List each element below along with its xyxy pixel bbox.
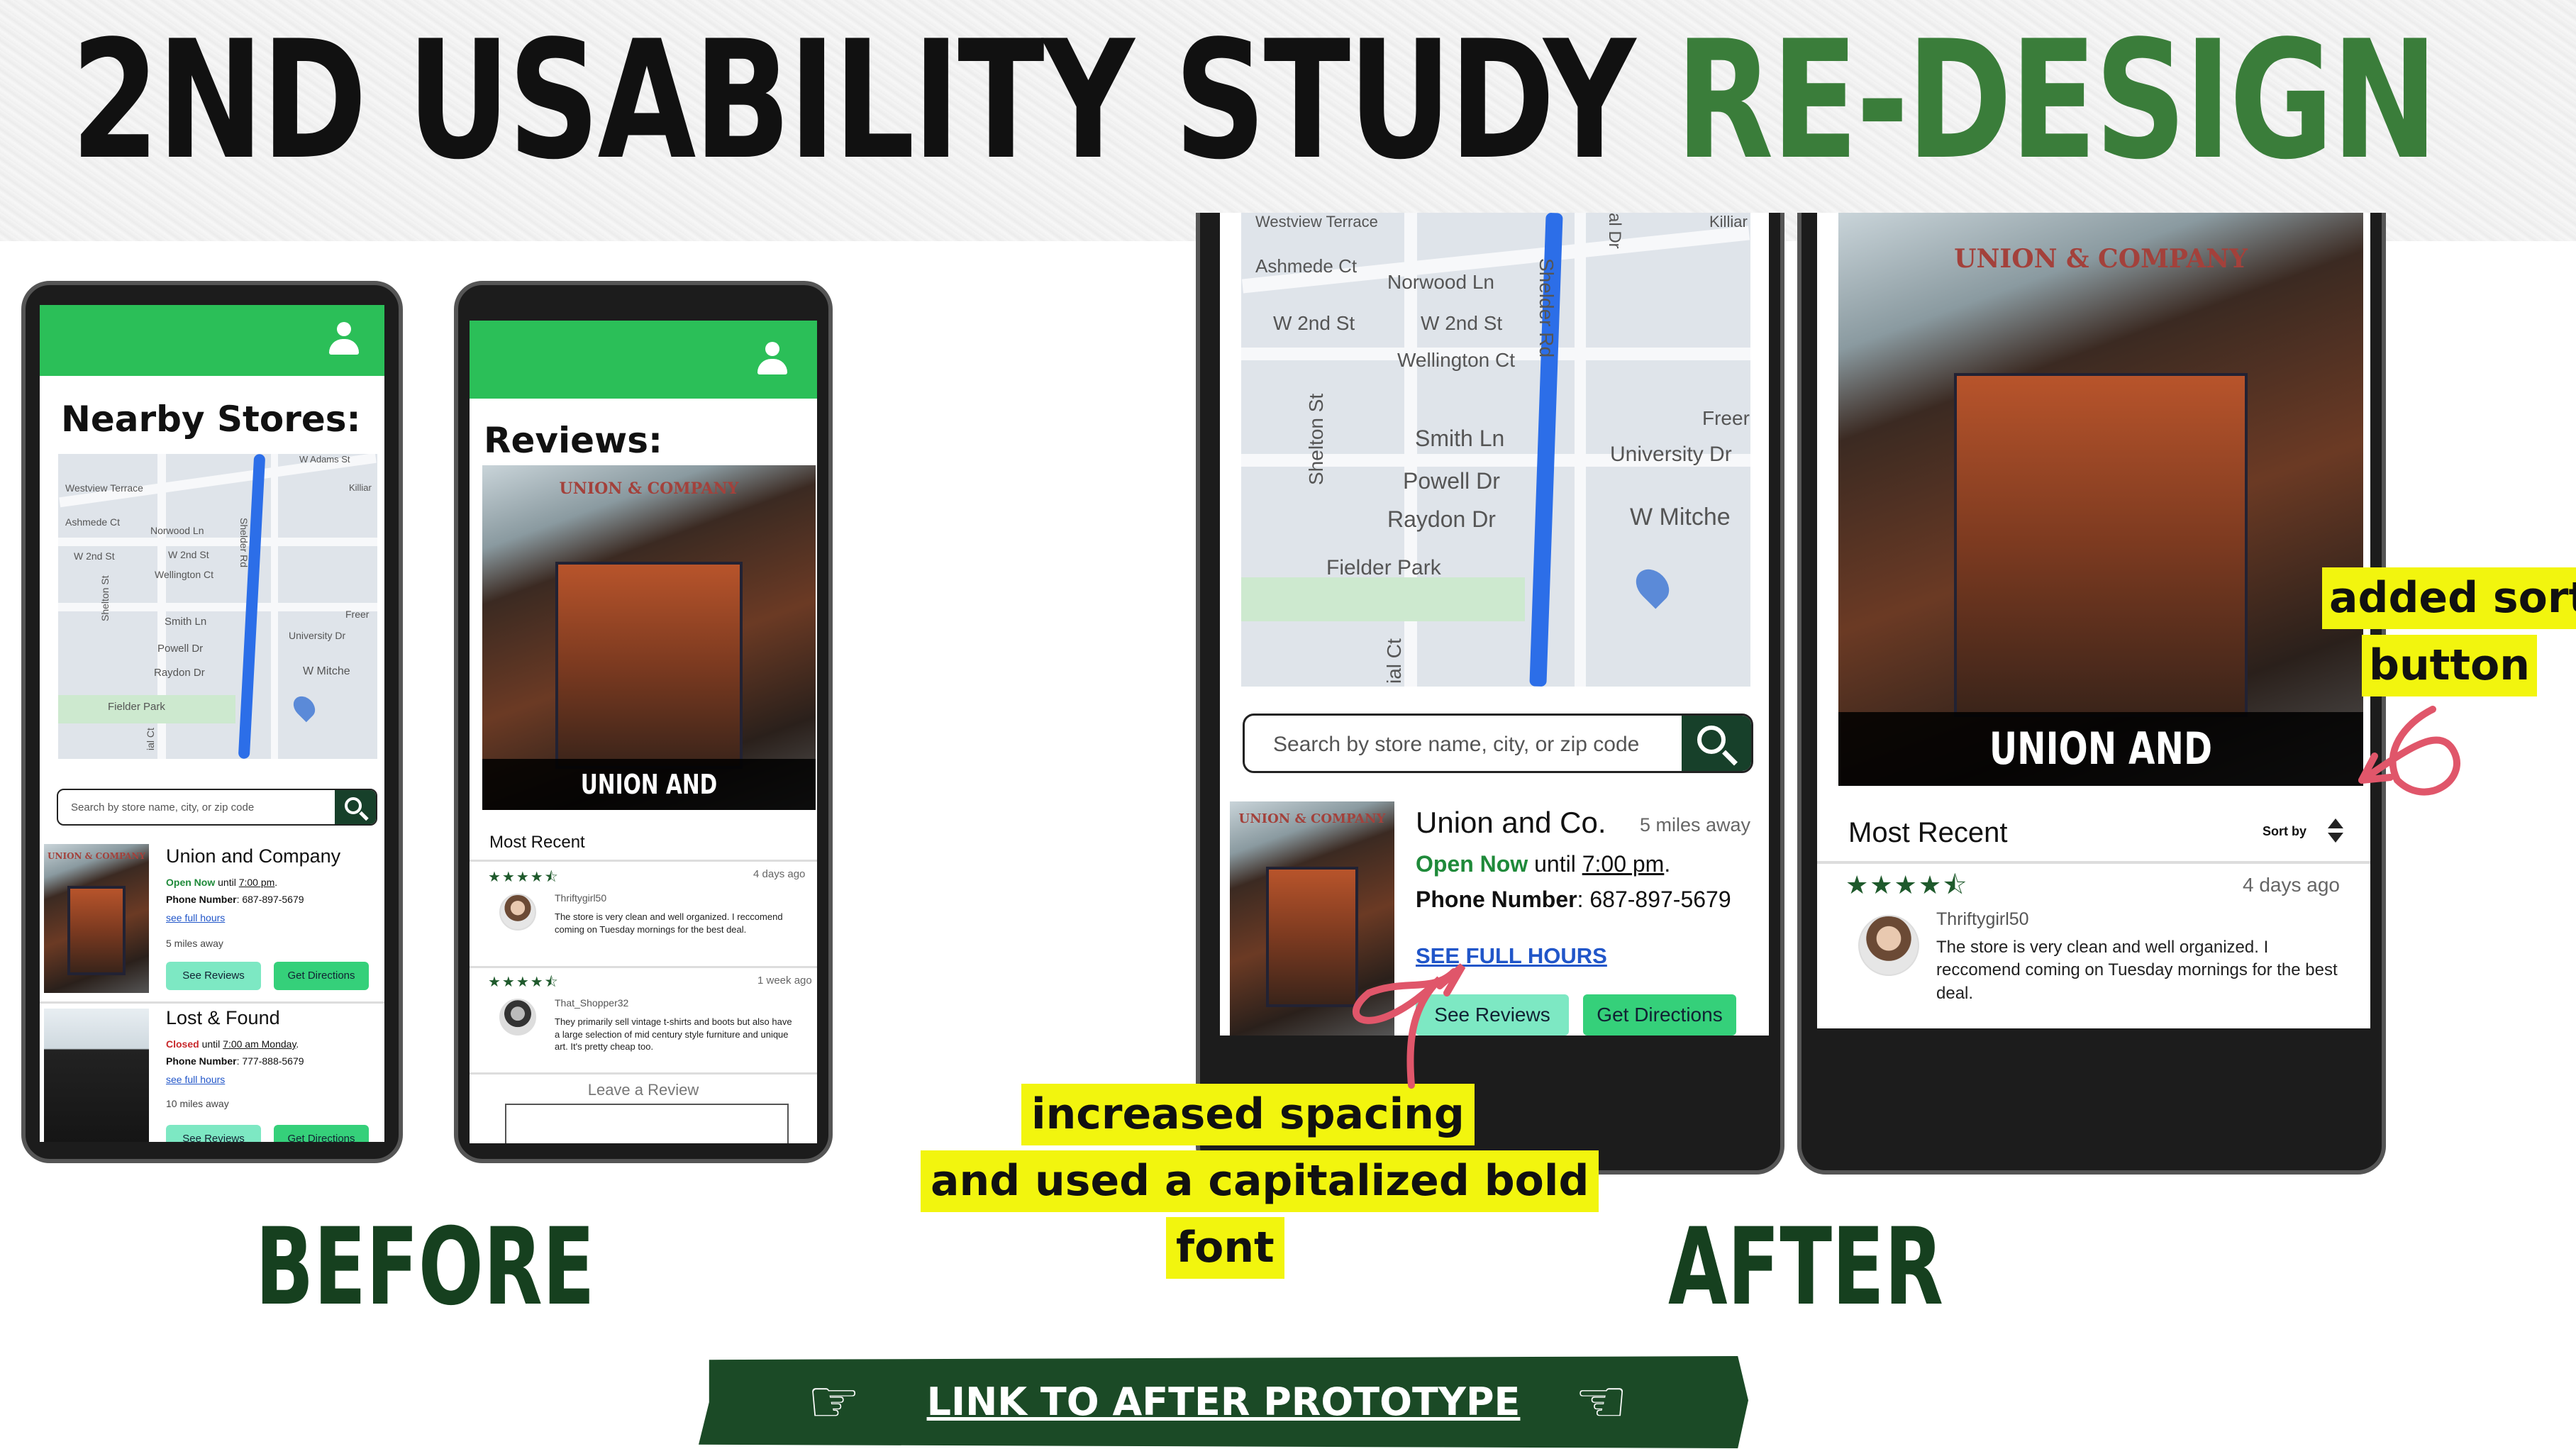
app-topbar: [470, 321, 817, 399]
store-banner: UNION AND COMPANY: [1838, 712, 2363, 848]
rating-stars: ★★★★⯪: [1845, 870, 1969, 899]
reviewer-name: That_Shopper32: [555, 997, 629, 1009]
sort-up-icon: [2328, 818, 2343, 828]
store-status: Open Now until 7:00 pm.: [166, 877, 278, 888]
user-icon[interactable]: [757, 342, 787, 377]
sort-filter-label[interactable]: Most Recent: [489, 833, 585, 853]
review-text: The store is very clean and well organiz…: [555, 911, 783, 935]
pointing-hand-right-icon: ☞: [807, 1368, 861, 1435]
divider: [40, 1001, 384, 1004]
sort-filter-label[interactable]: Most Recent: [1848, 817, 2008, 849]
store-name[interactable]: Union and Co.: [1416, 806, 1606, 840]
store-status: Open Now until 7:00 pm.: [1416, 851, 1671, 877]
sort-callout-line2: button: [2362, 635, 2537, 696]
map-pin-icon[interactable]: [289, 692, 320, 723]
page-title: 2ND USABILITY STUDY RE-DESIGN: [71, 6, 2438, 196]
see-full-hours-link[interactable]: SEE FULL HOURS: [1416, 943, 1607, 969]
spacing-callout-line3: font: [1166, 1217, 1284, 1279]
search-icon: [1697, 726, 1726, 754]
store-status: Closed until 7:00 am Monday.: [166, 1038, 299, 1050]
store-distance: 5 miles away: [1640, 814, 1751, 835]
avatar: [499, 894, 536, 931]
get-directions-button[interactable]: Get Directions: [1583, 994, 1736, 1036]
review-age: 1 week ago: [757, 975, 812, 987]
review-text: They primarily sell vintage t-shirts and…: [555, 1016, 792, 1053]
get-directions-button[interactable]: Get Directions: [274, 962, 369, 990]
store-photo: UNION & COMPANY: [44, 844, 149, 993]
see-reviews-button[interactable]: See Reviews: [166, 1125, 261, 1142]
divider: [470, 966, 817, 968]
avatar: [1858, 915, 1919, 976]
after-reviews-screen: UNION & COMPANY UNION AND COMPANY Most R…: [1817, 213, 2370, 1028]
divider: [1817, 861, 2370, 864]
store-phone: Phone Number: 777-888-5679: [166, 1055, 304, 1067]
store-map[interactable]: Westview Terrace Ashmede Ct Norwood Ln W…: [58, 454, 377, 759]
after-reviews-phone: UNION & COMPANY UNION AND COMPANY Most R…: [1797, 213, 2386, 1175]
see-reviews-button[interactable]: See Reviews: [1416, 994, 1569, 1036]
see-full-hours-link[interactable]: see full hours: [166, 912, 225, 923]
sort-callout-line1: added sort: [2322, 567, 2576, 629]
after-stores-screen: Westview Terrace Ashmede Ct Norwood Ln W…: [1220, 213, 1769, 1036]
nearby-stores-heading: Nearby Stores:: [61, 399, 361, 440]
before-label: BEFORE: [255, 1206, 595, 1329]
app-topbar: [40, 305, 384, 376]
store-photo: [44, 1009, 149, 1142]
store-phone: Phone Number: 687-897-5679: [1416, 887, 1731, 912]
reviews-heading: Reviews:: [484, 420, 663, 461]
sort-by-label[interactable]: Sort by: [2263, 824, 2306, 839]
after-stores-phone: Westview Terrace Ashmede Ct Norwood Ln W…: [1196, 213, 1784, 1175]
pointing-hand-left-icon: ☜: [1575, 1368, 1628, 1435]
store-photo: UNION & COMPANY: [1838, 213, 2363, 786]
store-name[interactable]: Lost & Found: [166, 1007, 280, 1029]
before-stores-screen: Nearby Stores: Westview Terrace Ashmede …: [40, 305, 384, 1142]
after-label: AFTER: [1668, 1206, 1943, 1329]
before-stores-phone: Nearby Stores: Westview Terrace Ashmede …: [21, 281, 403, 1163]
search-input[interactable]: Search by store name, city, or zip code: [57, 789, 377, 826]
before-reviews-screen: Reviews: UNION & COMPANY UNION AND COMPA…: [470, 321, 817, 1143]
search-input[interactable]: Search by store name, city, or zip code: [1243, 714, 1753, 773]
leave-review-label: Leave a Review: [587, 1081, 699, 1099]
store-distance: 5 miles away: [166, 938, 223, 949]
store-banner: UNION AND COMPANY: [482, 759, 816, 851]
store-photo: UNION & COMPANY: [1230, 801, 1394, 1036]
spacing-callout-line1: increased spacing: [1021, 1084, 1475, 1145]
divider: [470, 1072, 817, 1075]
sort-down-icon: [2328, 833, 2343, 843]
sort-button[interactable]: [2325, 818, 2346, 847]
reviewer-name: Thriftygirl50: [1936, 909, 2029, 929]
rating-stars: ★★★★⯪: [488, 870, 560, 885]
store-map[interactable]: Westview Terrace Ashmede Ct Norwood Ln W…: [1241, 213, 1750, 687]
rating-stars: ★★★★⯪: [488, 975, 560, 990]
see-full-hours-link[interactable]: see full hours: [166, 1074, 225, 1085]
spacing-callout-line2: and used a capitalized bold: [921, 1150, 1599, 1212]
review-text: The store is very clean and well organiz…: [1936, 938, 2338, 1003]
get-directions-button[interactable]: Get Directions: [274, 1125, 369, 1142]
before-reviews-phone: Reviews: UNION & COMPANY UNION AND COMPA…: [454, 281, 833, 1163]
store-name[interactable]: Union and Company: [166, 845, 340, 867]
search-button[interactable]: [1682, 716, 1751, 771]
search-button[interactable]: [335, 790, 376, 824]
review-age: 4 days ago: [753, 868, 806, 880]
divider: [470, 860, 817, 862]
see-reviews-button[interactable]: See Reviews: [166, 962, 261, 990]
avatar: [499, 999, 536, 1036]
user-icon[interactable]: [329, 322, 359, 357]
title-accent: RE-DESIGN: [1675, 6, 2438, 196]
map-pin-icon[interactable]: [1629, 562, 1676, 609]
search-icon: [345, 797, 362, 814]
store-phone: Phone Number: 687-897-5679: [166, 894, 304, 905]
review-textarea[interactable]: [505, 1104, 789, 1143]
store-distance: 10 miles away: [166, 1098, 229, 1109]
review-age: 4 days ago: [2243, 874, 2340, 896]
reviewer-name: Thriftygirl50: [555, 892, 607, 904]
